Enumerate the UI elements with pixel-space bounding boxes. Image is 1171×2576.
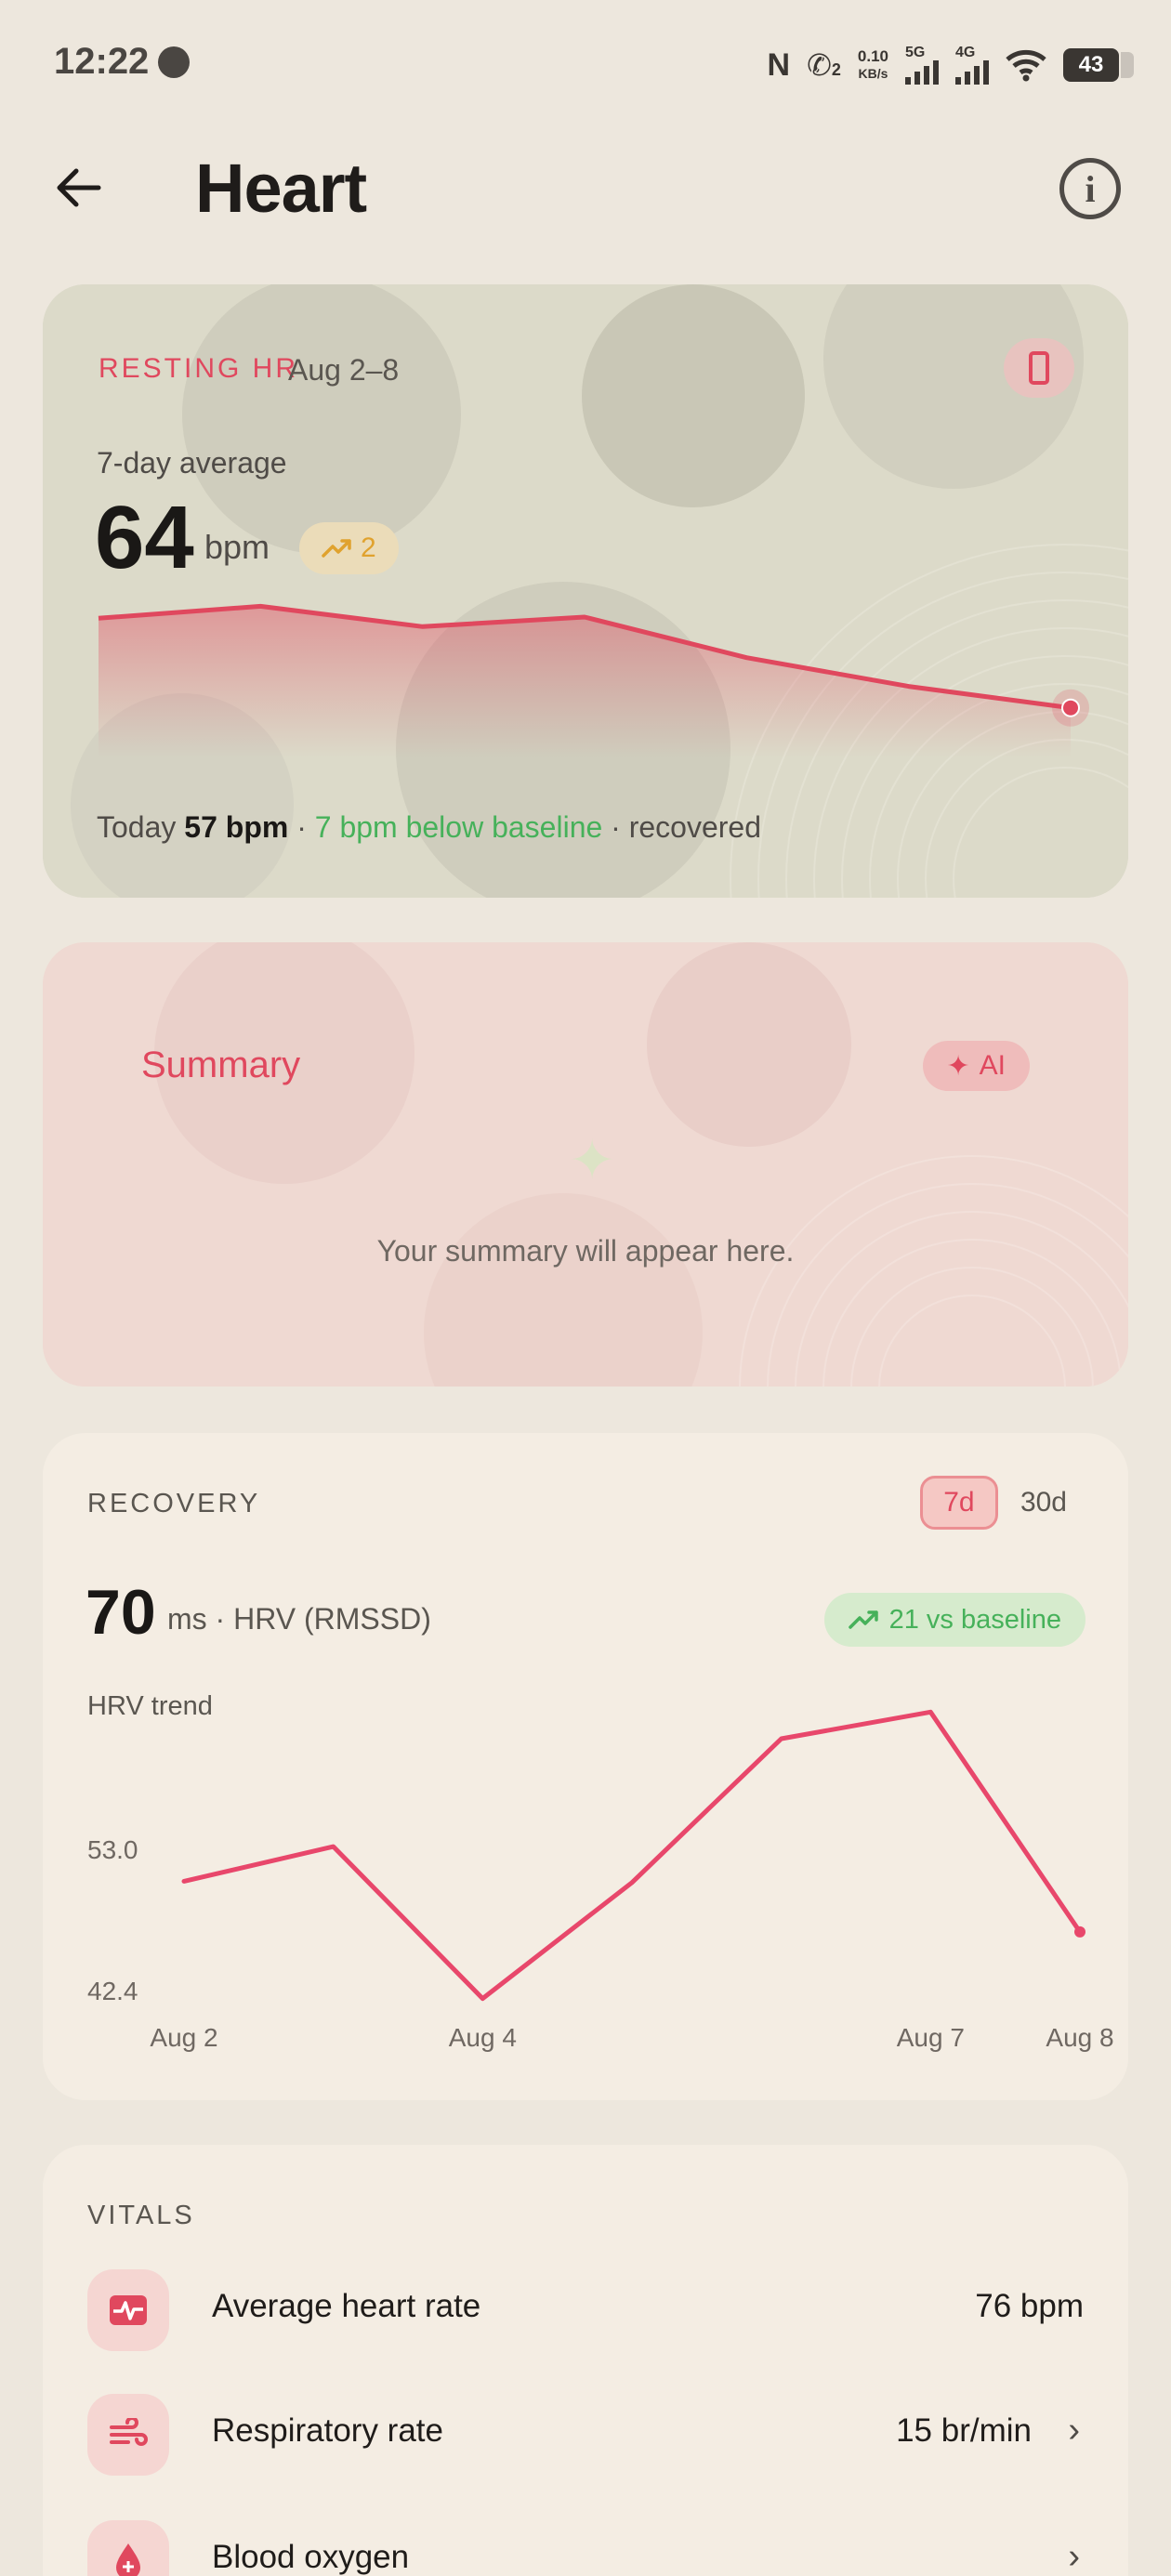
vital-name: Blood oxygen <box>212 2539 410 2575</box>
footer-today-value: 57 bpm <box>184 810 289 844</box>
back-button[interactable] <box>48 158 108 217</box>
battery-icon: 43 <box>1063 48 1134 82</box>
messenger-icon <box>158 46 190 78</box>
resting-hr-card[interactable]: RESTING HR Aug 2–8 7-day average 64 bpm … <box>43 284 1128 898</box>
vital-row-respiratory-rate[interactable]: Respiratory rate 15 br/min › <box>43 2386 1128 2479</box>
status-bar: 12:22 N ✆2 0.10 KB/s 5G 4G 43 <box>0 0 1171 130</box>
network-speed-value: 0.10 <box>857 47 888 65</box>
resting-hr-sparkline <box>98 603 1089 758</box>
x-tick-label: Aug 8 <box>1046 2023 1113 2052</box>
hrv-point <box>1074 1925 1085 1938</box>
wind-icon <box>87 2394 169 2476</box>
x-tick-label: Aug 4 <box>449 2023 517 2052</box>
trend-value: 2 <box>361 532 376 563</box>
y-tick-label: 42.4 <box>87 1977 138 2005</box>
phone-icon <box>1029 351 1049 385</box>
status-icons: N ✆2 0.10 KB/s 5G 4G 43 <box>767 43 1134 87</box>
page-title: Heart <box>195 150 367 227</box>
signal-sim1-icon: 5G <box>905 46 939 85</box>
x-tick-label: Aug 2 <box>150 2023 217 2052</box>
vital-row-average-heart-rate[interactable]: Average heart rate 76 bpm <box>43 2262 1128 2355</box>
resting-hr-trend-badge: 2 <box>299 522 399 574</box>
vital-value: 15 br/min <box>896 2412 1032 2449</box>
nfc-icon: N <box>767 46 791 83</box>
recovery-card[interactable]: RECOVERY 7d 30d 70 ms · HRV (RMSSD) 21 v… <box>43 1433 1128 2100</box>
sparkle-icon: ✦ <box>946 1050 970 1082</box>
resting-hr-unit: bpm <box>204 528 270 566</box>
vital-name: Average heart rate <box>212 2288 481 2324</box>
battery-level: 43 <box>1078 52 1104 77</box>
resting-hr-range: Aug 2–8 <box>288 353 400 387</box>
signal-sim2-icon: 4G <box>955 46 989 85</box>
arrow-left-icon <box>57 168 101 207</box>
y-tick-label: 53.0 <box>87 1835 138 1864</box>
sparkline-area <box>99 606 1071 758</box>
footer-status: · recovered <box>602 810 762 844</box>
device-source-button[interactable] <box>1004 338 1074 398</box>
network-speed: 0.10 KB/s <box>858 48 888 82</box>
summary-title: Summary <box>141 1045 301 1085</box>
footer-prefix: Today <box>97 810 177 844</box>
info-icon: i <box>1085 167 1096 210</box>
chevron-right-icon: › <box>1068 2537 1080 2576</box>
resting-hr-footer: Today 57 bpm · 7 bpm below baseline · re… <box>97 810 761 845</box>
sim2-label: 4G <box>955 45 976 60</box>
info-button[interactable]: i <box>1059 158 1121 219</box>
hrv-series-line <box>181 1709 1083 2002</box>
vitals-card: VITALS Average heart rate 76 bpm Respira… <box>43 2145 1128 2576</box>
resting-hr-sublabel: 7-day average <box>97 446 287 480</box>
sim1-label: 5G <box>905 45 926 60</box>
wifi-call-icon: ✆2 <box>807 48 841 82</box>
ai-badge[interactable]: ✦ AI <box>922 1041 1030 1091</box>
sparkline-last-point <box>1061 698 1080 717</box>
resting-hr-value: 64 <box>95 488 194 587</box>
summary-card[interactable]: Summary ✦ AI ✦ Your summary will appear … <box>43 942 1128 1387</box>
vital-row-blood-oxygen[interactable]: Blood oxygen › <box>43 2513 1128 2576</box>
blood-drop-icon <box>87 2520 169 2576</box>
wifi-call-sub: 2 <box>831 60 841 79</box>
ai-label: AI <box>979 1050 1006 1081</box>
vital-value: 76 bpm <box>975 2288 1084 2324</box>
vitals-label: VITALS <box>87 2201 195 2230</box>
trending-up-icon <box>322 539 351 558</box>
footer-separator: · <box>288 810 315 844</box>
footer-delta: 7 bpm below baseline <box>314 810 603 844</box>
network-speed-unit: KB/s <box>858 66 888 81</box>
hrv-trend-chart: 53.0 42.4 Aug 2 Aug 4 Aug 7 Aug 8 <box>87 1709 1114 2052</box>
chevron-right-icon: › <box>1068 2411 1080 2450</box>
sparkle-decoration-icon: ✦ <box>569 1129 616 1191</box>
resting-hr-label: RESTING HR <box>99 353 299 384</box>
heart-pulse-icon <box>87 2269 169 2351</box>
vital-name: Respiratory rate <box>212 2412 443 2449</box>
wifi-icon <box>1006 49 1046 82</box>
x-tick-label: Aug 7 <box>897 2023 965 2052</box>
summary-placeholder: Your summary will appear here. <box>376 1234 795 1268</box>
status-time: 12:22 <box>54 41 150 82</box>
